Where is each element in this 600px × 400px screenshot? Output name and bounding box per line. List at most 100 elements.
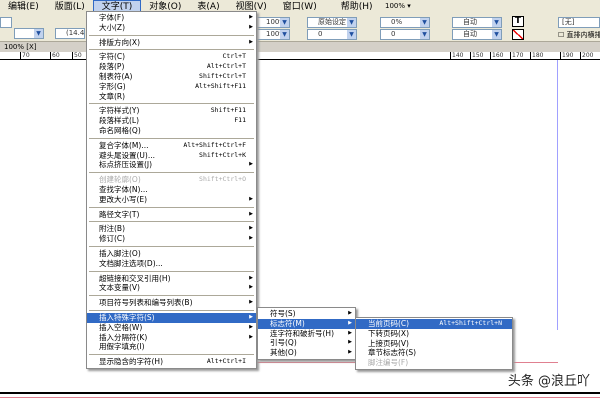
menu-item[interactable]: 文章(R) bbox=[87, 92, 256, 102]
menu-item[interactable]: 标点挤压设置(J) ▶ bbox=[87, 160, 256, 170]
menu-item-label: 排版方向(X) bbox=[99, 37, 140, 47]
menu-item[interactable]: 超链接和交叉引用(H) ▶ bbox=[87, 274, 256, 284]
font-style-field[interactable] bbox=[0, 17, 12, 28]
page-border bbox=[0, 392, 600, 394]
markers-submenu: 当前页码(C) Alt+Shift+Ctrl+N 下转页码(X) 上接页码(V) 章节标… bbox=[355, 317, 513, 370]
menu-item-label: 超链接和交叉引用(H) bbox=[99, 273, 171, 283]
insert-special-character-submenu: 符号(S) ▶ 标志符(M) ▶ 连字符和破折号(H) ▶ 引号(Q) ▶ 其他(O) ▶ bbox=[257, 307, 356, 360]
menu-item[interactable]: 文本变量(V) ▶ bbox=[87, 283, 256, 293]
menu-item[interactable]: 插入脚注(O) bbox=[87, 249, 256, 259]
submenu-arrow-icon: ▶ bbox=[249, 23, 253, 30]
menu-item[interactable]: 字符样式(Y) Shift+F11 bbox=[87, 106, 256, 116]
baseline-value: 0% bbox=[391, 18, 403, 26]
menu-item-label: 修订(C) bbox=[99, 234, 126, 244]
shortcut: Alt+Shift+Ctrl+F bbox=[183, 140, 246, 149]
leading-field[interactable]: (14.4 bbox=[55, 28, 85, 39]
menu-item-label: 引号(Q) bbox=[270, 338, 297, 348]
menu-0[interactable]: 编辑(E) bbox=[0, 0, 47, 14]
menu-item-label: 标点挤压设置(J) bbox=[99, 160, 153, 170]
text-fill-icon[interactable]: T bbox=[512, 16, 524, 27]
menu-item[interactable]: 脚注编号(F) bbox=[356, 358, 512, 368]
menu-6[interactable]: 窗口(W) bbox=[275, 0, 325, 14]
menu-item-label: 避头尾设置(U)... bbox=[99, 150, 155, 160]
menu-item[interactable]: 章节标志符(S) bbox=[356, 348, 512, 358]
menu-item[interactable]: 制表符(A) Shift+Ctrl+T bbox=[87, 72, 256, 82]
horizontal-scale-field[interactable]: 100% ▼ bbox=[255, 29, 290, 40]
submenu-arrow-icon: ▶ bbox=[249, 161, 253, 168]
menu-item[interactable]: 避头尾设置(U)... Shift+Ctrl+K bbox=[87, 151, 256, 161]
menu-item[interactable]: 显示隐含的字符(H) Alt+Ctrl+I bbox=[87, 357, 256, 367]
submenu-arrow-icon: ▶ bbox=[348, 310, 352, 316]
zoom-level[interactable]: 100% ▾ bbox=[385, 2, 411, 10]
shortcut: Shift+Ctrl+K bbox=[199, 150, 246, 159]
submenu-arrow-icon: ▶ bbox=[249, 299, 253, 306]
vertical-scale-field[interactable]: 100% ▼ bbox=[255, 17, 290, 28]
shortcut: Alt+Shift+F11 bbox=[195, 81, 246, 90]
menu-item-label: 字符样式(Y) bbox=[99, 106, 140, 116]
menu-item[interactable]: 附注(B) ▶ bbox=[87, 224, 256, 234]
menu-item[interactable]: 其他(O) ▶ bbox=[258, 348, 355, 358]
submenu-arrow-icon: ▶ bbox=[249, 225, 253, 232]
menu-item[interactable]: 上接页码(V) bbox=[356, 339, 512, 349]
submenu-arrow-icon: ▶ bbox=[249, 38, 253, 45]
tracking-field[interactable]: 0 ▼ bbox=[307, 29, 357, 40]
stroke-none-icon[interactable] bbox=[512, 29, 524, 40]
ruler-label: 60 bbox=[50, 52, 60, 60]
skew-value: 0 bbox=[391, 30, 396, 38]
menu-item[interactable]: 引号(Q) ▶ bbox=[258, 338, 355, 348]
kerning-value: 原始设定 bbox=[318, 18, 346, 26]
menu-item-label: 项目符号列表和编号列表(B) bbox=[99, 298, 193, 308]
menu-item[interactable]: 排版方向(X) ▶ bbox=[87, 38, 256, 48]
menu-item-label: 插入特殊字符(S) bbox=[99, 312, 155, 322]
menu-item[interactable]: 插入分隔符(K) ▶ bbox=[87, 333, 256, 343]
menu-item[interactable]: 字符(C) Ctrl+T bbox=[87, 52, 256, 62]
menu-item[interactable]: 字形(G) Alt+Shift+F11 bbox=[87, 82, 256, 92]
margin-guide bbox=[557, 60, 558, 330]
menu-item[interactable]: 段落(P) Alt+Ctrl+T bbox=[87, 62, 256, 72]
menu-7[interactable]: 帮助(H) bbox=[333, 0, 381, 14]
menu-item[interactable]: 大小(Z) ▶ bbox=[87, 23, 256, 33]
menu-item-label: 章节标志符(S) bbox=[368, 348, 417, 358]
type-menu: 字体(F) ▶ 大小(Z) ▶ 排版方向(X) ▶ 字符(C) Ctrl+T 段落(P) Alt+… bbox=[86, 11, 257, 369]
submenu-arrow-icon: ▶ bbox=[249, 313, 253, 320]
baseline-shift-field[interactable]: 0% ▼ bbox=[380, 17, 430, 28]
kerning-field[interactable]: 原始设定 ▼ bbox=[307, 17, 357, 28]
submenu-arrow-icon: ▶ bbox=[249, 14, 253, 20]
menu-item[interactable]: 符号(S) ▶ bbox=[258, 309, 355, 319]
menu-item[interactable]: 插入空格(W) ▶ bbox=[87, 323, 256, 333]
auto-field-1[interactable]: 自动 ▼ bbox=[452, 17, 502, 28]
menu-item[interactable]: 下转页码(X) bbox=[356, 329, 512, 339]
ruler-label: 140 bbox=[450, 52, 464, 60]
vertical-in-horizontal-checkbox[interactable]: ☐ 直排内横排 bbox=[558, 30, 600, 40]
ruler-label: 190 bbox=[560, 52, 574, 60]
menu-item[interactable]: 复合字体(M)... Alt+Shift+Ctrl+F bbox=[87, 141, 256, 151]
submenu-arrow-icon: ▶ bbox=[348, 349, 352, 356]
vertical-label: 直排内横排 bbox=[566, 31, 600, 39]
menu-item[interactable]: 当前页码(C) Alt+Shift+Ctrl+N bbox=[356, 319, 512, 329]
menu-item[interactable]: 段落样式(L) F11 bbox=[87, 116, 256, 126]
menu-item[interactable]: 连字符和破折号(H) ▶ bbox=[258, 329, 355, 339]
language-field[interactable]: [无] bbox=[558, 17, 600, 28]
menu-item[interactable]: 项目符号列表和编号列表(B) ▶ bbox=[87, 298, 256, 308]
menu-item[interactable]: 命名网格(Q) bbox=[87, 126, 256, 136]
menu-item[interactable]: 修订(C) ▶ bbox=[87, 234, 256, 244]
ruler-label: 180 bbox=[530, 52, 544, 60]
menu-item[interactable]: 字体(F) ▶ bbox=[87, 13, 256, 23]
menu-item-label: 文章(R) bbox=[99, 91, 126, 101]
menu-item-label: 文本变量(V) bbox=[99, 283, 140, 293]
menu-item[interactable]: 插入特殊字符(S) ▶ bbox=[87, 312, 256, 323]
menu-item[interactable]: 文档脚注选项(D)... bbox=[87, 259, 256, 269]
font-size-dropdown[interactable]: ▼ bbox=[14, 28, 44, 39]
menu-item[interactable]: 创建轮廓(O) Shift+Ctrl+O bbox=[87, 175, 256, 185]
menu-item[interactable]: 标志符(M) ▶ bbox=[258, 318, 355, 329]
menu-item[interactable]: 更改大小写(E) ▶ bbox=[87, 195, 256, 205]
shortcut: Alt+Ctrl+I bbox=[206, 357, 246, 366]
menu-item[interactable]: 用假字填充(I) bbox=[87, 342, 256, 352]
menu-item[interactable]: 路径文字(T) ▶ bbox=[87, 210, 256, 220]
menu-item-label: 更改大小写(E) bbox=[99, 194, 148, 204]
submenu-arrow-icon: ▶ bbox=[249, 274, 253, 281]
skew-field[interactable]: 0 ▼ bbox=[380, 29, 430, 40]
menu-item-label: 字体(F) bbox=[99, 13, 125, 22]
menu-item[interactable]: 查找字体(N)... bbox=[87, 185, 256, 195]
auto-field-2[interactable]: 自动 ▼ bbox=[452, 29, 502, 40]
